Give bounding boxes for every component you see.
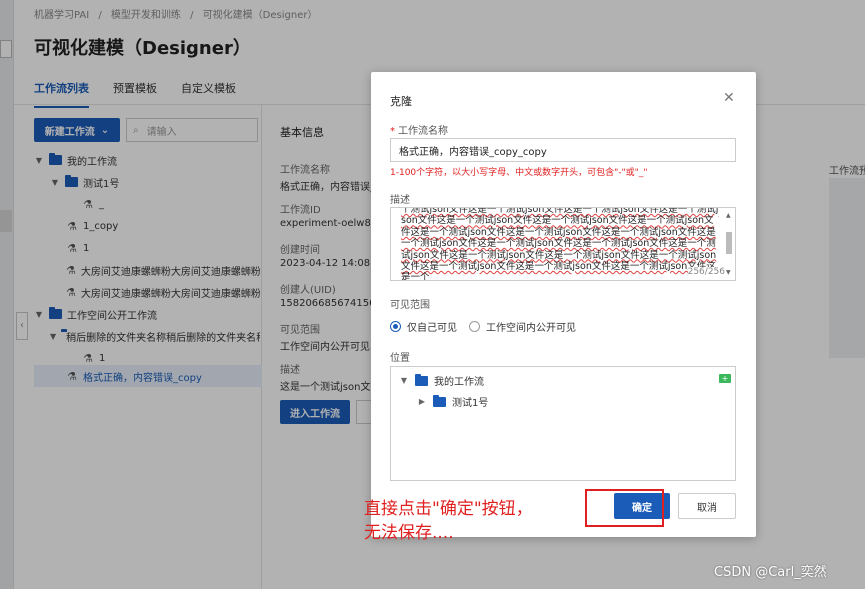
radio-checked-icon[interactable] bbox=[390, 321, 401, 332]
watermark: CSDN @Carl_奕然 bbox=[714, 565, 827, 580]
location-tree: ▼ 我的工作流 + ▶ 测试1号 bbox=[390, 366, 736, 481]
location-item-label: 我的工作流 bbox=[434, 377, 484, 388]
radio-label: 仅自己可见 bbox=[407, 323, 457, 334]
description-textarea[interactable]: 个测试json文件这是一个测试json文件这是一个测试json文件这是一个测试j… bbox=[390, 207, 736, 281]
annotation-highlight-box bbox=[585, 489, 664, 527]
close-icon[interactable]: ✕ bbox=[723, 90, 735, 106]
required-marker: * bbox=[390, 126, 395, 137]
caret-down-icon[interactable]: ▼ bbox=[399, 376, 409, 385]
character-count: 256/256 bbox=[687, 266, 725, 278]
annotation-line: 无法保存.... bbox=[364, 523, 454, 543]
add-folder-icon[interactable]: + bbox=[719, 374, 731, 383]
description-label: 描述 bbox=[390, 195, 410, 206]
scroll-thumb[interactable] bbox=[726, 232, 732, 254]
location-item-label: 测试1号 bbox=[452, 398, 489, 409]
workflow-name-input[interactable]: 格式正确，内容错误_copy_copy bbox=[390, 138, 736, 162]
description-text: 个测试json文件这是一个测试json文件这是一个测试json文件这是一个测试j… bbox=[401, 207, 719, 281]
name-validation-hint: 1-100个字符，以大小写字母、中文或数字开头，可包含"-"或"_" bbox=[390, 168, 648, 178]
scroll-down-icon[interactable]: ▼ bbox=[726, 267, 731, 278]
radio-workspace-public[interactable]: 工作空间内公开可见 bbox=[469, 319, 576, 334]
folder-icon bbox=[415, 373, 428, 386]
scroll-up-icon[interactable]: ▲ bbox=[726, 210, 731, 221]
annotation-line: 直接点击"确定"按钮， bbox=[364, 499, 533, 519]
clone-dialog: 克隆 ✕ * 工作流名称 格式正确，内容错误_copy_copy 1-100个字符… bbox=[371, 72, 756, 537]
radio-private[interactable]: 仅自己可见 bbox=[390, 319, 457, 334]
cancel-button[interactable]: 取消 bbox=[678, 493, 736, 519]
dialog-title: 克隆 bbox=[390, 95, 412, 108]
location-label: 位置 bbox=[390, 353, 410, 364]
radio-unchecked-icon[interactable] bbox=[469, 321, 480, 332]
caret-right-icon[interactable]: ▶ bbox=[417, 397, 427, 406]
location-item-folder[interactable]: ▶ 测试1号 bbox=[417, 394, 488, 409]
textarea-scrollbar[interactable]: ▲ ▼ bbox=[725, 210, 733, 278]
radio-label: 工作空间内公开可见 bbox=[486, 323, 576, 334]
name-field-label: * 工作流名称 bbox=[390, 126, 448, 137]
annotation-text: 直接点击"确定"按钮， 无法保存.... bbox=[364, 497, 533, 545]
visibility-label: 可见范围 bbox=[390, 300, 430, 311]
location-item-my-workflows[interactable]: ▼ 我的工作流 bbox=[399, 373, 484, 388]
folder-icon bbox=[433, 394, 446, 407]
